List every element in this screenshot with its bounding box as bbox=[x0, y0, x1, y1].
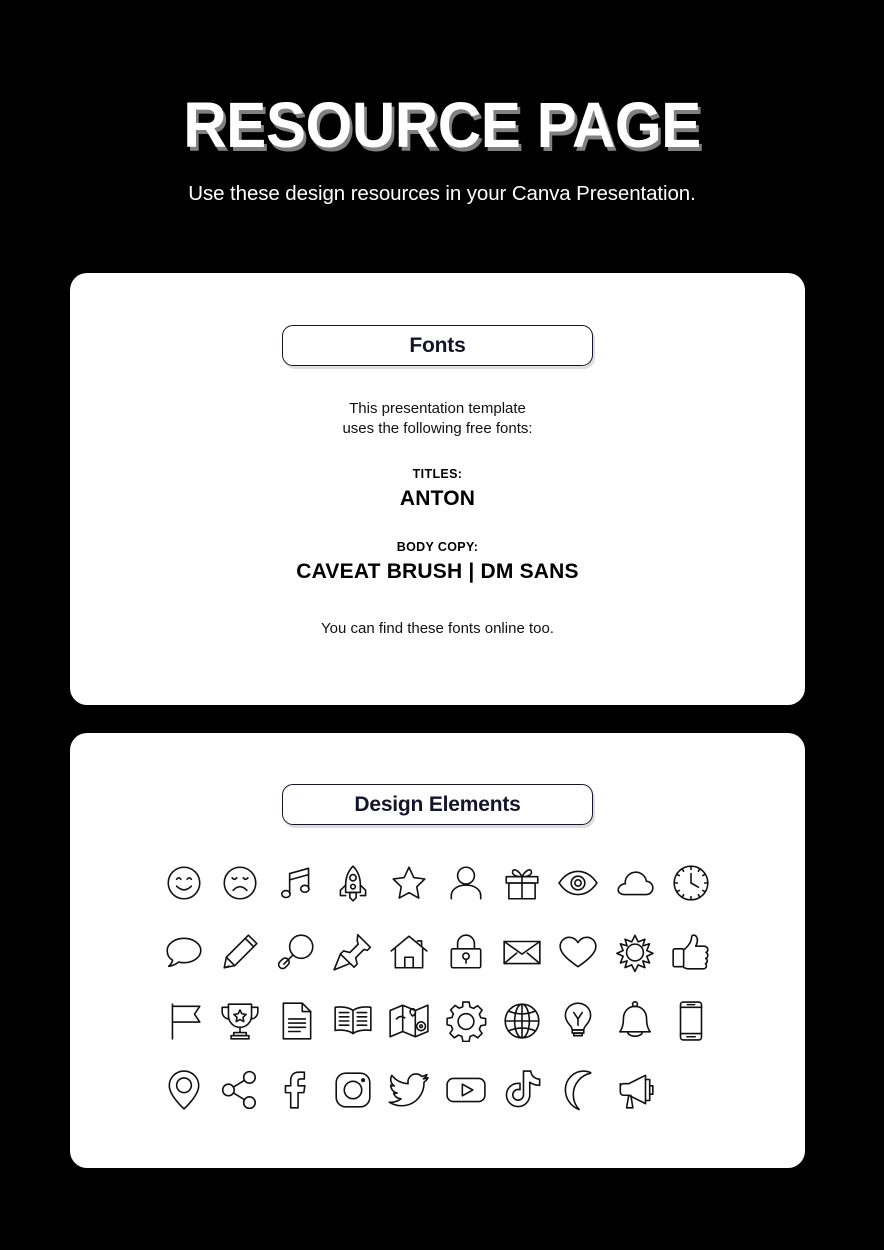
house-icon[interactable] bbox=[383, 922, 435, 982]
smartphone-icon[interactable] bbox=[665, 991, 717, 1051]
moon-icon[interactable] bbox=[552, 1060, 604, 1120]
facebook-icon[interactable] bbox=[271, 1060, 323, 1120]
design-elements-heading-label: Design Elements bbox=[354, 793, 521, 816]
document-icon[interactable] bbox=[271, 991, 323, 1051]
fonts-heading-label: Fonts bbox=[409, 334, 466, 357]
open-book-icon[interactable] bbox=[327, 991, 379, 1051]
lightbulb-icon[interactable] bbox=[552, 991, 604, 1051]
cloud-icon[interactable] bbox=[609, 853, 661, 913]
font-group-titles: TITLES: ANTON bbox=[70, 467, 805, 511]
map-icon[interactable] bbox=[383, 991, 435, 1051]
flag-icon[interactable] bbox=[158, 991, 210, 1051]
fonts-intro-line-1: This presentation template bbox=[349, 400, 526, 417]
pencil-icon[interactable] bbox=[214, 922, 266, 982]
font-group-body-copy-label: BODY COPY: bbox=[396, 540, 479, 554]
instagram-icon[interactable] bbox=[327, 1060, 379, 1120]
location-pin-icon[interactable] bbox=[158, 1060, 210, 1120]
padlock-icon[interactable] bbox=[440, 922, 492, 982]
fonts-intro: This presentation template uses the foll… bbox=[70, 399, 805, 438]
tiktok-icon[interactable] bbox=[496, 1060, 548, 1120]
resource-page: RESOURCE PAGE Use these design resources… bbox=[0, 0, 884, 1250]
page-header: RESOURCE PAGE Use these design resources… bbox=[0, 90, 884, 208]
youtube-icon[interactable] bbox=[440, 1060, 492, 1120]
magnifying-glass-icon[interactable] bbox=[271, 922, 323, 982]
pushpin-icon[interactable] bbox=[327, 922, 379, 982]
twitter-icon[interactable] bbox=[383, 1060, 435, 1120]
design-elements-icon-grid bbox=[70, 853, 805, 1120]
trophy-icon[interactable] bbox=[214, 991, 266, 1051]
font-group-body-copy-value: CAVEAT BRUSH | DM SANS bbox=[296, 560, 579, 583]
star-icon[interactable] bbox=[383, 853, 435, 913]
music-note-icon[interactable] bbox=[271, 853, 323, 913]
megaphone-icon[interactable] bbox=[609, 1060, 661, 1120]
gear-icon[interactable] bbox=[440, 991, 492, 1051]
globe-icon[interactable] bbox=[496, 991, 548, 1051]
fonts-footer-note: You can find these fonts online too. bbox=[321, 620, 554, 637]
fonts-intro-line-2: uses the following free fonts: bbox=[342, 419, 533, 437]
design-elements-heading-pill[interactable]: Design Elements bbox=[282, 784, 593, 825]
design-elements-card: Design Elements bbox=[70, 733, 805, 1168]
font-group-titles-value: ANTON bbox=[399, 487, 476, 510]
font-group-body-copy: BODY COPY: CAVEAT BRUSH | DM SANS bbox=[70, 540, 805, 584]
fonts-card: Fonts This presentation template uses th… bbox=[70, 273, 805, 705]
sun-icon[interactable] bbox=[609, 922, 661, 982]
clock-icon[interactable] bbox=[665, 853, 717, 913]
heart-icon[interactable] bbox=[552, 922, 604, 982]
smiley-face-icon[interactable] bbox=[158, 853, 210, 913]
fonts-card-body: This presentation template uses the foll… bbox=[70, 399, 805, 637]
font-group-titles-label: TITLES: bbox=[412, 467, 463, 481]
eye-icon[interactable] bbox=[552, 853, 604, 913]
thumbs-up-icon[interactable] bbox=[665, 922, 717, 982]
speech-bubble-icon[interactable] bbox=[158, 922, 210, 982]
share-icon[interactable] bbox=[214, 1060, 266, 1120]
page-title: RESOURCE PAGE bbox=[183, 89, 701, 161]
rocket-icon[interactable] bbox=[327, 853, 379, 913]
sad-face-icon[interactable] bbox=[214, 853, 266, 913]
gift-icon[interactable] bbox=[496, 853, 548, 913]
user-person-icon[interactable] bbox=[440, 853, 492, 913]
fonts-heading-pill[interactable]: Fonts bbox=[282, 325, 593, 366]
bell-icon[interactable] bbox=[609, 991, 661, 1051]
envelope-icon[interactable] bbox=[496, 922, 548, 982]
page-subtitle: Use these design resources in your Canva… bbox=[188, 182, 696, 205]
